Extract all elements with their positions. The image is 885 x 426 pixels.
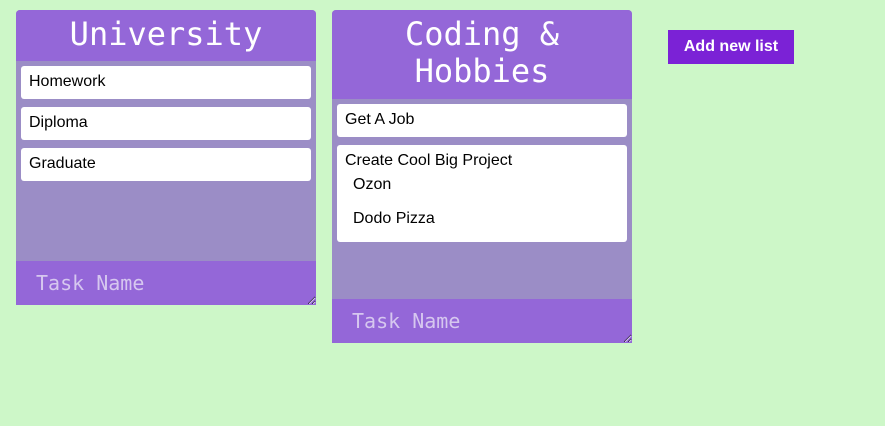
task-card[interactable]: Diploma	[21, 107, 311, 140]
task-list: Homework Diploma Graduate	[16, 61, 316, 181]
subtask-item[interactable]: Ozon	[345, 170, 619, 204]
task-label: Create Cool Big Project	[345, 152, 513, 169]
task-card[interactable]: Create Cool Big Project Ozon Dodo Pizza	[337, 145, 627, 242]
task-label: Get A Job	[345, 111, 415, 128]
add-new-list-button[interactable]: Add new list	[668, 30, 794, 64]
task-card[interactable]: Graduate	[21, 148, 311, 181]
task-name-input[interactable]	[332, 299, 632, 343]
task-list: Get A Job Create Cool Big Project Ozon D…	[332, 99, 632, 242]
task-card[interactable]: Homework	[21, 66, 311, 99]
task-label: Graduate	[29, 155, 96, 172]
task-label: Homework	[29, 73, 106, 90]
subtask-item[interactable]: Dodo Pizza	[345, 204, 619, 238]
task-label: Diploma	[29, 114, 88, 131]
task-name-input[interactable]	[16, 261, 316, 305]
list-title: Coding & Hobbies	[332, 10, 632, 99]
list-title: University	[16, 10, 316, 61]
task-card[interactable]: Get A Job	[337, 104, 627, 137]
list-university: University Homework Diploma Graduate	[16, 10, 316, 305]
list-coding-hobbies: Coding & Hobbies Get A Job Create Cool B…	[332, 10, 632, 343]
